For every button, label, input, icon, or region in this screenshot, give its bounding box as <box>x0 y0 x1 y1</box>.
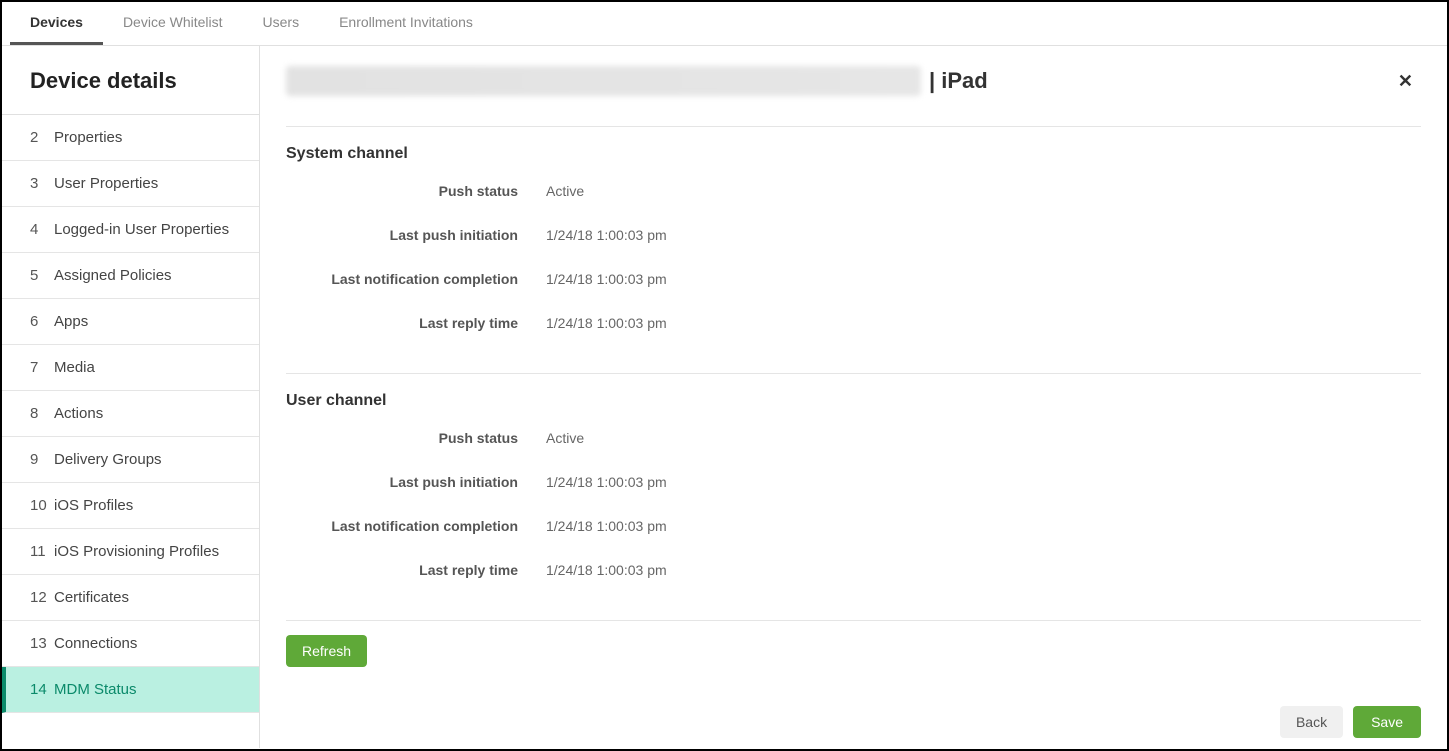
sidebar-item-num: 3 <box>30 175 54 192</box>
sidebar-item-logged-in-user-properties[interactable]: 4 Logged-in User Properties <box>2 207 259 253</box>
sidebar-item-label: Media <box>54 359 95 376</box>
row-value: 1/24/18 1:00:03 pm <box>546 474 667 490</box>
sidebar-item-assigned-policies[interactable]: 5 Assigned Policies <box>2 253 259 299</box>
user-last-push-row: Last push initiation 1/24/18 1:00:03 pm <box>286 474 1421 490</box>
sidebar-item-num: 5 <box>30 267 54 284</box>
refresh-row: Refresh <box>286 620 1421 667</box>
tab-enrollment-invitations[interactable]: Enrollment Invitations <box>319 2 493 45</box>
sidebar-scroll[interactable]: 2 Properties 3 User Properties 4 Logged-… <box>2 114 259 748</box>
row-value: Active <box>546 430 584 446</box>
sidebar-item-label: Apps <box>54 313 88 330</box>
sidebar-item-label: Certificates <box>54 589 129 606</box>
sidebar-item-apps[interactable]: 6 Apps <box>2 299 259 345</box>
sidebar-item-num: 13 <box>30 635 54 652</box>
sidebar-item-ios-profiles[interactable]: 10 iOS Profiles <box>2 483 259 529</box>
sidebar-item-num: 7 <box>30 359 54 376</box>
row-label: Push status <box>286 183 546 199</box>
footer-actions: Back Save <box>1280 706 1421 738</box>
back-button[interactable]: Back <box>1280 706 1343 738</box>
sidebar-item-label: Delivery Groups <box>54 451 162 468</box>
user-channel-title: User channel <box>286 392 1421 410</box>
sidebar-item-mdm-status[interactable]: 14 MDM Status <box>2 667 259 713</box>
sidebar-item-label: Assigned Policies <box>54 267 172 284</box>
row-label: Push status <box>286 430 546 446</box>
sidebar-item-label: Connections <box>54 635 137 652</box>
sidebar-item-num: 6 <box>30 313 54 330</box>
device-title-suffix: | iPad <box>929 68 988 94</box>
row-value: 1/24/18 1:00:03 pm <box>546 562 667 578</box>
sidebar-item-certificates[interactable]: 12 Certificates <box>2 575 259 621</box>
content-area: | iPad ✕ System channel Push status Acti… <box>260 46 1447 748</box>
sidebar-item-label: iOS Profiles <box>54 497 133 514</box>
sidebar-item-ios-provisioning-profiles[interactable]: 11 iOS Provisioning Profiles <box>2 529 259 575</box>
row-value: 1/24/18 1:00:03 pm <box>546 315 667 331</box>
sidebar-item-connections[interactable]: 13 Connections <box>2 621 259 667</box>
page-header: | iPad ✕ <box>286 66 1421 126</box>
sidebar-item-label: User Properties <box>54 175 158 192</box>
row-value: 1/24/18 1:00:03 pm <box>546 518 667 534</box>
row-value: Active <box>546 183 584 199</box>
row-label: Last notification completion <box>286 518 546 534</box>
sidebar-item-num: 4 <box>30 221 54 238</box>
top-tabs: Devices Device Whitelist Users Enrollmen… <box>2 2 1447 46</box>
user-push-status-row: Push status Active <box>286 430 1421 446</box>
sidebar-item-num: 11 <box>30 543 54 560</box>
device-identifier-redacted <box>286 66 921 96</box>
row-label: Last push initiation <box>286 474 546 490</box>
row-label: Last reply time <box>286 315 546 331</box>
sidebar-item-num: 12 <box>30 589 54 606</box>
row-value: 1/24/18 1:00:03 pm <box>546 271 667 287</box>
sidebar-item-num: 10 <box>30 497 54 514</box>
row-label: Last reply time <box>286 562 546 578</box>
system-last-notification-row: Last notification completion 1/24/18 1:0… <box>286 271 1421 287</box>
user-last-notification-row: Last notification completion 1/24/18 1:0… <box>286 518 1421 534</box>
sidebar: Device details 2 Properties 3 User Prope… <box>2 46 260 748</box>
sidebar-item-label: iOS Provisioning Profiles <box>54 543 219 560</box>
row-value: 1/24/18 1:00:03 pm <box>546 227 667 243</box>
sidebar-item-label: Logged-in User Properties <box>54 221 229 238</box>
sidebar-item-num: 2 <box>30 129 54 146</box>
row-label: Last notification completion <box>286 271 546 287</box>
user-last-reply-row: Last reply time 1/24/18 1:00:03 pm <box>286 562 1421 578</box>
sidebar-item-num: 8 <box>30 405 54 422</box>
refresh-button[interactable]: Refresh <box>286 635 367 667</box>
system-last-reply-row: Last reply time 1/24/18 1:00:03 pm <box>286 315 1421 331</box>
tab-device-whitelist[interactable]: Device Whitelist <box>103 2 243 45</box>
system-last-push-row: Last push initiation 1/24/18 1:00:03 pm <box>286 227 1421 243</box>
system-push-status-row: Push status Active <box>286 183 1421 199</box>
sidebar-item-label: Actions <box>54 405 103 422</box>
sidebar-title: Device details <box>2 46 259 114</box>
save-button[interactable]: Save <box>1353 706 1421 738</box>
system-channel-section: System channel Push status Active Last p… <box>286 126 1421 373</box>
sidebar-item-label: Properties <box>54 129 122 146</box>
sidebar-item-user-properties[interactable]: 3 User Properties <box>2 161 259 207</box>
tab-users[interactable]: Users <box>243 2 320 45</box>
sidebar-item-num: 14 <box>30 681 54 698</box>
sidebar-item-actions[interactable]: 8 Actions <box>2 391 259 437</box>
sidebar-item-media[interactable]: 7 Media <box>2 345 259 391</box>
sidebar-item-properties[interactable]: 2 Properties <box>2 115 259 161</box>
row-label: Last push initiation <box>286 227 546 243</box>
sidebar-item-delivery-groups[interactable]: 9 Delivery Groups <box>2 437 259 483</box>
tab-devices[interactable]: Devices <box>10 2 103 45</box>
close-icon[interactable]: ✕ <box>1390 67 1421 96</box>
sidebar-item-label: MDM Status <box>54 681 137 698</box>
system-channel-title: System channel <box>286 145 1421 163</box>
user-channel-section: User channel Push status Active Last pus… <box>286 373 1421 620</box>
sidebar-item-num: 9 <box>30 451 54 468</box>
